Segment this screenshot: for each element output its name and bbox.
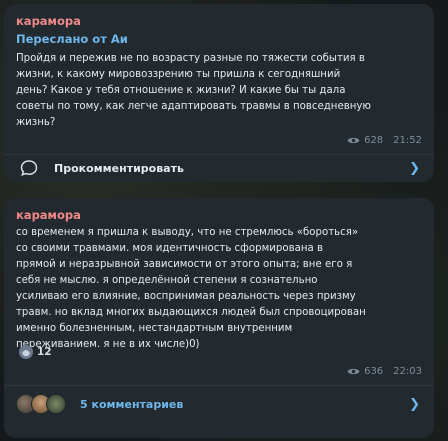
reaction-chip[interactable]: 12 [18, 344, 52, 360]
commenter-avatars [16, 394, 66, 414]
reaction-emoji-icon [19, 345, 33, 359]
message-author[interactable]: карамора [16, 208, 81, 222]
message-meta: 636 22:03 [347, 366, 422, 377]
chevron-right-icon: ❯ [409, 160, 420, 176]
avatar [46, 394, 66, 414]
comment-button[interactable]: Прокомментировать ❯ [4, 154, 434, 182]
message-time: 21:52 [393, 135, 422, 146]
message-bubble-forwarded: карамора Переслано от Аи Пройдя и пережи… [4, 4, 434, 182]
chevron-right-icon: ❯ [409, 396, 420, 412]
message-text: со временем я пришла к выводу, что не ст… [16, 227, 366, 350]
message-time: 22:03 [393, 366, 422, 377]
message-bubble: карамора со временем я пришла к выводу, … [4, 198, 434, 438]
comment-count-label: 5 комментариев [80, 397, 184, 411]
view-count: 628 [364, 135, 384, 146]
message-meta: 628 21:52 [347, 135, 422, 146]
reaction-count: 12 [37, 346, 52, 358]
view-count: 636 [364, 366, 384, 377]
eye-icon [347, 368, 360, 375]
eye-icon [347, 137, 360, 144]
comments-button[interactable]: 5 комментариев ❯ [4, 386, 434, 422]
message-text: Пройдя и пережив не по возрасту разные п… [16, 53, 371, 128]
comment-label: Прокомментировать [54, 161, 184, 175]
forwarded-from-label[interactable]: Переслано от Аи [16, 32, 128, 46]
message-author[interactable]: карамора [16, 14, 81, 28]
comment-icon [20, 160, 38, 177]
